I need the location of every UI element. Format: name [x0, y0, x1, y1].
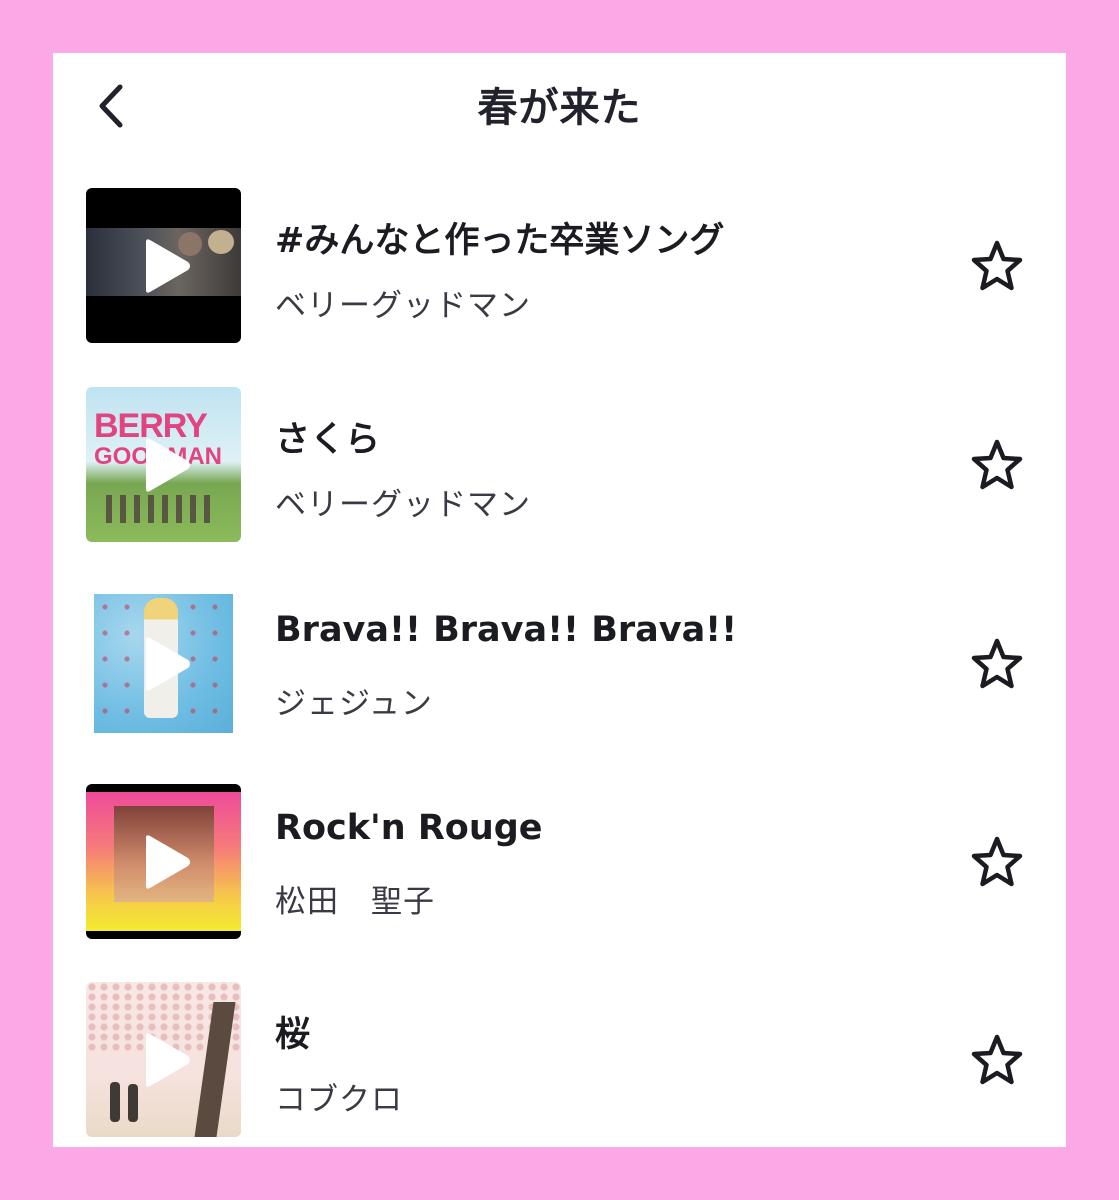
play-icon[interactable]: [134, 236, 194, 296]
star-outline-icon[interactable]: [968, 437, 1026, 495]
star-outline-icon[interactable]: [968, 1032, 1026, 1090]
play-icon[interactable]: [134, 435, 194, 495]
song-artist: ベリーグッドマン: [275, 288, 531, 324]
song-row[interactable]: 桜 コブクロ: [53, 982, 1066, 1142]
song-row[interactable]: Rock'n Rouge 松田 聖子: [53, 784, 1066, 944]
star-outline-icon[interactable]: [968, 636, 1026, 694]
song-artist: コブクロ: [275, 1082, 403, 1118]
song-thumbnail[interactable]: [86, 188, 241, 343]
song-title: 桜: [275, 1015, 311, 1055]
song-artist: ベリーグッドマン: [275, 487, 531, 523]
song-thumbnail[interactable]: [86, 784, 241, 939]
page-title: 春が来た: [477, 85, 642, 131]
star-outline-icon[interactable]: [968, 238, 1026, 296]
playlist-panel: 春が来た #みんなと作った卒業ソング ベリーグッドマン BERRY GOODMA…: [53, 53, 1066, 1147]
star-outline-icon[interactable]: [968, 834, 1026, 892]
song-title: Rock'n Rouge: [275, 808, 543, 848]
song-artist: ジェジュン: [275, 686, 433, 722]
song-row[interactable]: BERRY GOODMAN さくら ベリーグッドマン: [53, 387, 1066, 547]
song-thumbnail[interactable]: [86, 586, 241, 741]
song-title: #みんなと作った卒業ソング: [275, 221, 725, 261]
header: 春が来た: [53, 53, 1066, 153]
play-icon[interactable]: [134, 634, 194, 694]
song-row[interactable]: #みんなと作った卒業ソング ベリーグッドマン: [53, 188, 1066, 348]
song-row[interactable]: Brava!! Brava!! Brava!! ジェジュン: [53, 586, 1066, 746]
song-thumbnail[interactable]: [86, 982, 241, 1137]
play-icon[interactable]: [134, 1030, 194, 1090]
play-icon[interactable]: [134, 832, 194, 892]
song-artist: 松田 聖子: [275, 884, 435, 920]
song-title: さくら: [275, 420, 381, 460]
song-thumbnail[interactable]: BERRY GOODMAN: [86, 387, 241, 542]
song-title: Brava!! Brava!! Brava!!: [275, 610, 738, 650]
